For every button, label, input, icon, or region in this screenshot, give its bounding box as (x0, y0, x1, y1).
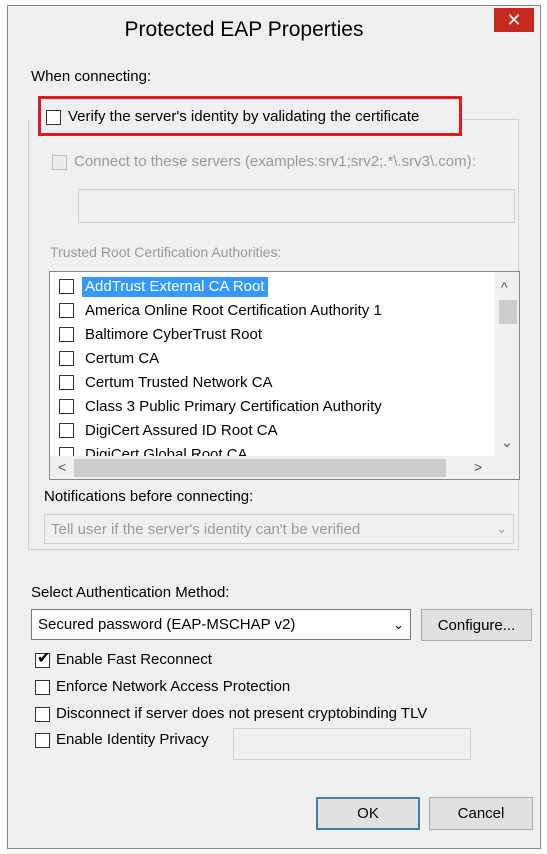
identity-privacy-label: Enable Identity Privacy (56, 731, 209, 748)
list-item[interactable]: DigiCert Assured ID Root CA (50, 419, 490, 443)
close-button[interactable]: ✕ (494, 8, 534, 32)
scroll-left-icon[interactable]: < (58, 460, 66, 474)
configure-button[interactable]: Configure... (421, 609, 532, 641)
verify-server-label: Verify the server's identity by validati… (68, 108, 420, 125)
when-connecting-label: When connecting: (31, 68, 152, 85)
chevron-down-icon: ⌄ (393, 616, 404, 632)
ok-button[interactable]: OK (316, 797, 420, 830)
list-item-checkbox[interactable] (59, 303, 74, 318)
identity-privacy-checkbox[interactable] (35, 733, 50, 748)
auth-method-value: Secured password (EAP-MSCHAP v2) (38, 616, 296, 633)
nap-checkbox[interactable] (35, 680, 50, 695)
list-item[interactable]: Certum CA (50, 347, 490, 371)
list-item-checkbox[interactable] (59, 351, 74, 366)
connect-servers-label: Connect to these servers (examples:srv1;… (74, 153, 476, 170)
trusted-root-list[interactable]: AddTrust External CA Root America Online … (49, 271, 520, 480)
list-item-checkbox[interactable] (59, 423, 74, 438)
cryptobinding-checkbox[interactable] (35, 707, 50, 722)
group-border-bottom (28, 549, 519, 550)
verify-server-checkbox[interactable] (46, 110, 61, 125)
list-item[interactable]: America Online Root Certification Author… (50, 299, 490, 323)
window-title: Protected EAP Properties (124, 18, 364, 41)
fast-reconnect-label: Enable Fast Reconnect (56, 651, 212, 668)
auth-method-select[interactable]: Secured password (EAP-MSCHAP v2) ⌄ (31, 609, 411, 640)
list-item-label: Baltimore CyberTrust Root (85, 326, 262, 343)
dialog-window: Protected EAP Properties ✕ When connecti… (7, 5, 541, 849)
scroll-up-icon[interactable]: ^ (501, 280, 508, 294)
notifications-select[interactable]: Tell user if the server's identity can't… (44, 514, 514, 544)
checkmark-icon: ✔ (37, 650, 51, 667)
horizontal-scrollbar[interactable]: < > (50, 456, 519, 479)
scroll-right-icon[interactable]: > (474, 460, 482, 474)
list-item[interactable]: Class 3 Public Primary Certification Aut… (50, 395, 490, 419)
connect-servers-checkbox[interactable] (52, 155, 67, 170)
chevron-down-icon: ⌄ (496, 521, 507, 536)
list-item[interactable]: AddTrust External CA Root (50, 275, 490, 299)
auth-method-label: Select Authentication Method: (31, 584, 230, 601)
list-item-label: Certum Trusted Network CA (85, 374, 273, 391)
title-bar[interactable]: Protected EAP Properties ✕ (8, 6, 540, 50)
list-item-checkbox[interactable] (59, 327, 74, 342)
list-item-label: Certum CA (85, 350, 160, 367)
list-item-checkbox[interactable] (59, 279, 74, 294)
notifications-value: Tell user if the server's identity can't… (51, 520, 361, 538)
list-item[interactable]: Baltimore CyberTrust Root (50, 323, 490, 347)
fast-reconnect-checkbox[interactable]: ✔ (35, 650, 51, 668)
servers-input[interactable] (78, 189, 515, 223)
list-item[interactable]: Certum Trusted Network CA (50, 371, 490, 395)
vertical-scrollbar[interactable]: ^ ⌄ (495, 272, 519, 456)
scroll-down-icon[interactable]: ⌄ (501, 435, 513, 449)
group-border-left (28, 119, 29, 549)
list-item-label: Class 3 Public Primary Certification Aut… (85, 398, 382, 415)
identity-privacy-input[interactable] (233, 728, 471, 760)
list-item-label: DigiCert Assured ID Root CA (85, 422, 278, 439)
list-item-checkbox[interactable] (59, 399, 74, 414)
vertical-scroll-thumb[interactable] (499, 300, 517, 324)
list-item-checkbox[interactable] (59, 375, 74, 390)
horizontal-scroll-thumb[interactable] (74, 459, 446, 477)
cryptobinding-label: Disconnect if server does not present cr… (56, 705, 428, 722)
group-border-top (462, 119, 518, 120)
notifications-label: Notifications before connecting: (44, 488, 254, 505)
cancel-button[interactable]: Cancel (429, 797, 533, 830)
trusted-root-label: Trusted Root Certification Authorities: (50, 244, 282, 260)
list-item-label: AddTrust External CA Root (82, 277, 268, 297)
list-item-label: America Online Root Certification Author… (85, 302, 382, 319)
close-icon: ✕ (506, 10, 522, 30)
nap-label: Enforce Network Access Protection (56, 678, 291, 695)
